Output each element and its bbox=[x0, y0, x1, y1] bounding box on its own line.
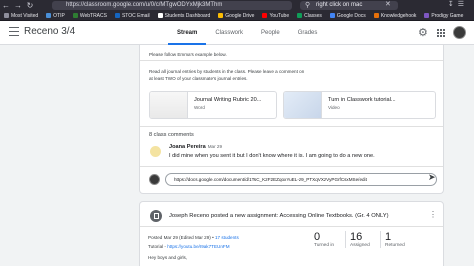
assignment-icon bbox=[150, 210, 162, 222]
search-query: right click on mac bbox=[316, 2, 363, 8]
bookmark-label: STOC Email bbox=[121, 12, 150, 19]
assignment-stats: 0 Turned in 16 Assigned 1 Returned bbox=[310, 231, 415, 248]
divider bbox=[140, 166, 443, 167]
announcement-card: Please follow Emma's example below. Read… bbox=[139, 45, 444, 194]
clear-search-icon[interactable]: ✕ bbox=[385, 0, 391, 8]
search-icon: ⚲ bbox=[305, 2, 311, 9]
bookmark-label: YouTube bbox=[269, 12, 290, 19]
bookmark-label: Prodigy Game bbox=[431, 12, 464, 19]
post-text-line: Please follow Emma's example below. bbox=[149, 52, 227, 57]
back-icon[interactable]: ← bbox=[0, 1, 12, 10]
greeting-text: Hey boys and girls, bbox=[148, 255, 188, 260]
bookmark-label: Students Dashboard bbox=[164, 12, 211, 19]
bookmark-icon bbox=[114, 13, 120, 18]
browser-toolbar: ← → ↻ https://classroom.google.com/u/0/c… bbox=[0, 0, 474, 11]
stat-turned-in[interactable]: 0 Turned in bbox=[310, 231, 345, 248]
bookmark-icon bbox=[4, 13, 9, 18]
user-avatar bbox=[149, 174, 160, 185]
browser-menu-icons[interactable]: ↧☰ bbox=[448, 0, 468, 8]
post-text-line: Read all journal entries by students in … bbox=[149, 69, 305, 74]
comment-date: Mar 29 bbox=[207, 144, 223, 149]
main-menu-icon[interactable] bbox=[9, 27, 19, 37]
bookmark-item[interactable]: Google Docs bbox=[329, 12, 366, 19]
reload-icon[interactable]: ↻ bbox=[24, 1, 36, 10]
bookmark-icon bbox=[157, 13, 163, 18]
students-link[interactable]: 17 students bbox=[215, 235, 239, 240]
comment-text: I did mine when you sent it but I don't … bbox=[169, 153, 375, 159]
divider bbox=[140, 60, 443, 61]
class-comments-count[interactable]: 8 class comments bbox=[149, 132, 194, 138]
bookmarks-bar: Most Visited OTIP WebTRACS STOC Email Studen… bbox=[0, 11, 474, 21]
bookmark-icon bbox=[297, 13, 303, 18]
stat-returned[interactable]: 1 Returned bbox=[380, 231, 415, 248]
divider bbox=[140, 126, 443, 127]
comment-author: Joana Pereira Mar 29 bbox=[169, 144, 223, 150]
classroom-header: Receno 3/4 Stream Classwork People Grade… bbox=[0, 21, 474, 45]
bookmark-label: OTIP bbox=[53, 12, 65, 19]
bookmark-item[interactable]: WebTRACS bbox=[72, 12, 107, 19]
bookmark-icon bbox=[218, 13, 224, 18]
bookmark-item[interactable]: STOC Email bbox=[114, 12, 150, 19]
address-bar[interactable]: https://classroom.google.com/u/0/c/MTgwO… bbox=[52, 1, 292, 10]
bookmark-icon bbox=[72, 13, 78, 18]
tutorial-link[interactable]: https://youtu.be/I9ak7TEUnFM bbox=[167, 244, 229, 249]
bookmark-label: Google Drive bbox=[225, 12, 255, 19]
assignment-title[interactable]: Joseph Receno posted a new assignment: A… bbox=[169, 213, 389, 219]
attachment-rubric[interactable]: Journal Writing Rubric 20... Word bbox=[149, 91, 277, 119]
tab-stream[interactable]: Stream bbox=[168, 21, 207, 45]
bookmark-label: WebTRACS bbox=[79, 12, 107, 19]
attachment-type: Word bbox=[194, 105, 205, 110]
send-icon[interactable]: ➤ bbox=[428, 172, 436, 183]
posted-info: Posted Mar 29 (Edited Mar 29) • 17 stude… bbox=[148, 235, 239, 240]
bookmark-item[interactable]: Knowledgehook bbox=[373, 12, 417, 19]
tab-grades[interactable]: Grades bbox=[289, 21, 327, 45]
attachment-tutorial[interactable]: Turn in Classwork tutorial... Video bbox=[283, 91, 436, 119]
attachment-type: Video bbox=[328, 105, 340, 110]
bookmark-icon bbox=[424, 13, 430, 18]
attachment-title: Turn in Classwork tutorial... bbox=[328, 97, 396, 103]
bookmark-label: Classes bbox=[304, 12, 322, 19]
bookmark-item[interactable]: Google Drive bbox=[218, 13, 254, 19]
gear-icon[interactable]: ⚙ bbox=[418, 26, 428, 39]
bookmark-icon bbox=[373, 13, 379, 18]
comment-input[interactable]: https://docs.google.com/document/d/1TsC_… bbox=[165, 173, 437, 186]
bookmark-item[interactable]: Most Visited bbox=[4, 13, 38, 19]
bookmark-item[interactable]: YouTube bbox=[262, 13, 289, 19]
avatar[interactable] bbox=[453, 26, 466, 39]
video-thumbnail bbox=[284, 92, 322, 118]
stat-assigned[interactable]: 16 Assigned bbox=[345, 231, 380, 248]
class-tabs: Stream Classwork People Grades bbox=[168, 21, 326, 45]
tutorial-line: Tutorial - https://youtu.be/I9ak7TEUnFM bbox=[148, 244, 230, 249]
bookmark-icon bbox=[262, 13, 268, 18]
divider bbox=[140, 226, 443, 227]
commenter-avatar bbox=[150, 146, 161, 157]
class-title[interactable]: Receno 3/4 bbox=[24, 26, 75, 37]
bookmark-item[interactable]: Classes bbox=[297, 13, 322, 19]
bookmark-label: Google Docs bbox=[336, 12, 366, 19]
bookmark-item[interactable]: Prodigy Game bbox=[424, 13, 463, 19]
assignment-card: Joseph Receno posted a new assignment: A… bbox=[139, 201, 444, 266]
forward-icon[interactable]: → bbox=[12, 1, 24, 10]
bookmark-label: Most Visited bbox=[11, 12, 39, 19]
apps-grid-icon[interactable] bbox=[437, 29, 445, 37]
document-thumbnail bbox=[150, 92, 188, 118]
bookmark-label: Knowledgehook bbox=[380, 12, 417, 19]
bookmark-icon bbox=[46, 13, 52, 18]
post-text-line: at least TWO of your classmate's journal… bbox=[149, 76, 248, 81]
attachment-title: Journal Writing Rubric 20... bbox=[194, 97, 262, 103]
bookmark-icon bbox=[329, 13, 335, 18]
bookmark-item[interactable]: Students Dashboard bbox=[157, 12, 211, 19]
search-field[interactable]: ⚲ right click on mac bbox=[300, 1, 398, 10]
more-options-icon[interactable]: ⋮ bbox=[429, 210, 437, 219]
tab-people[interactable]: People bbox=[252, 21, 289, 45]
bookmark-item[interactable]: OTIP bbox=[46, 13, 65, 19]
tab-classwork[interactable]: Classwork bbox=[206, 21, 252, 45]
